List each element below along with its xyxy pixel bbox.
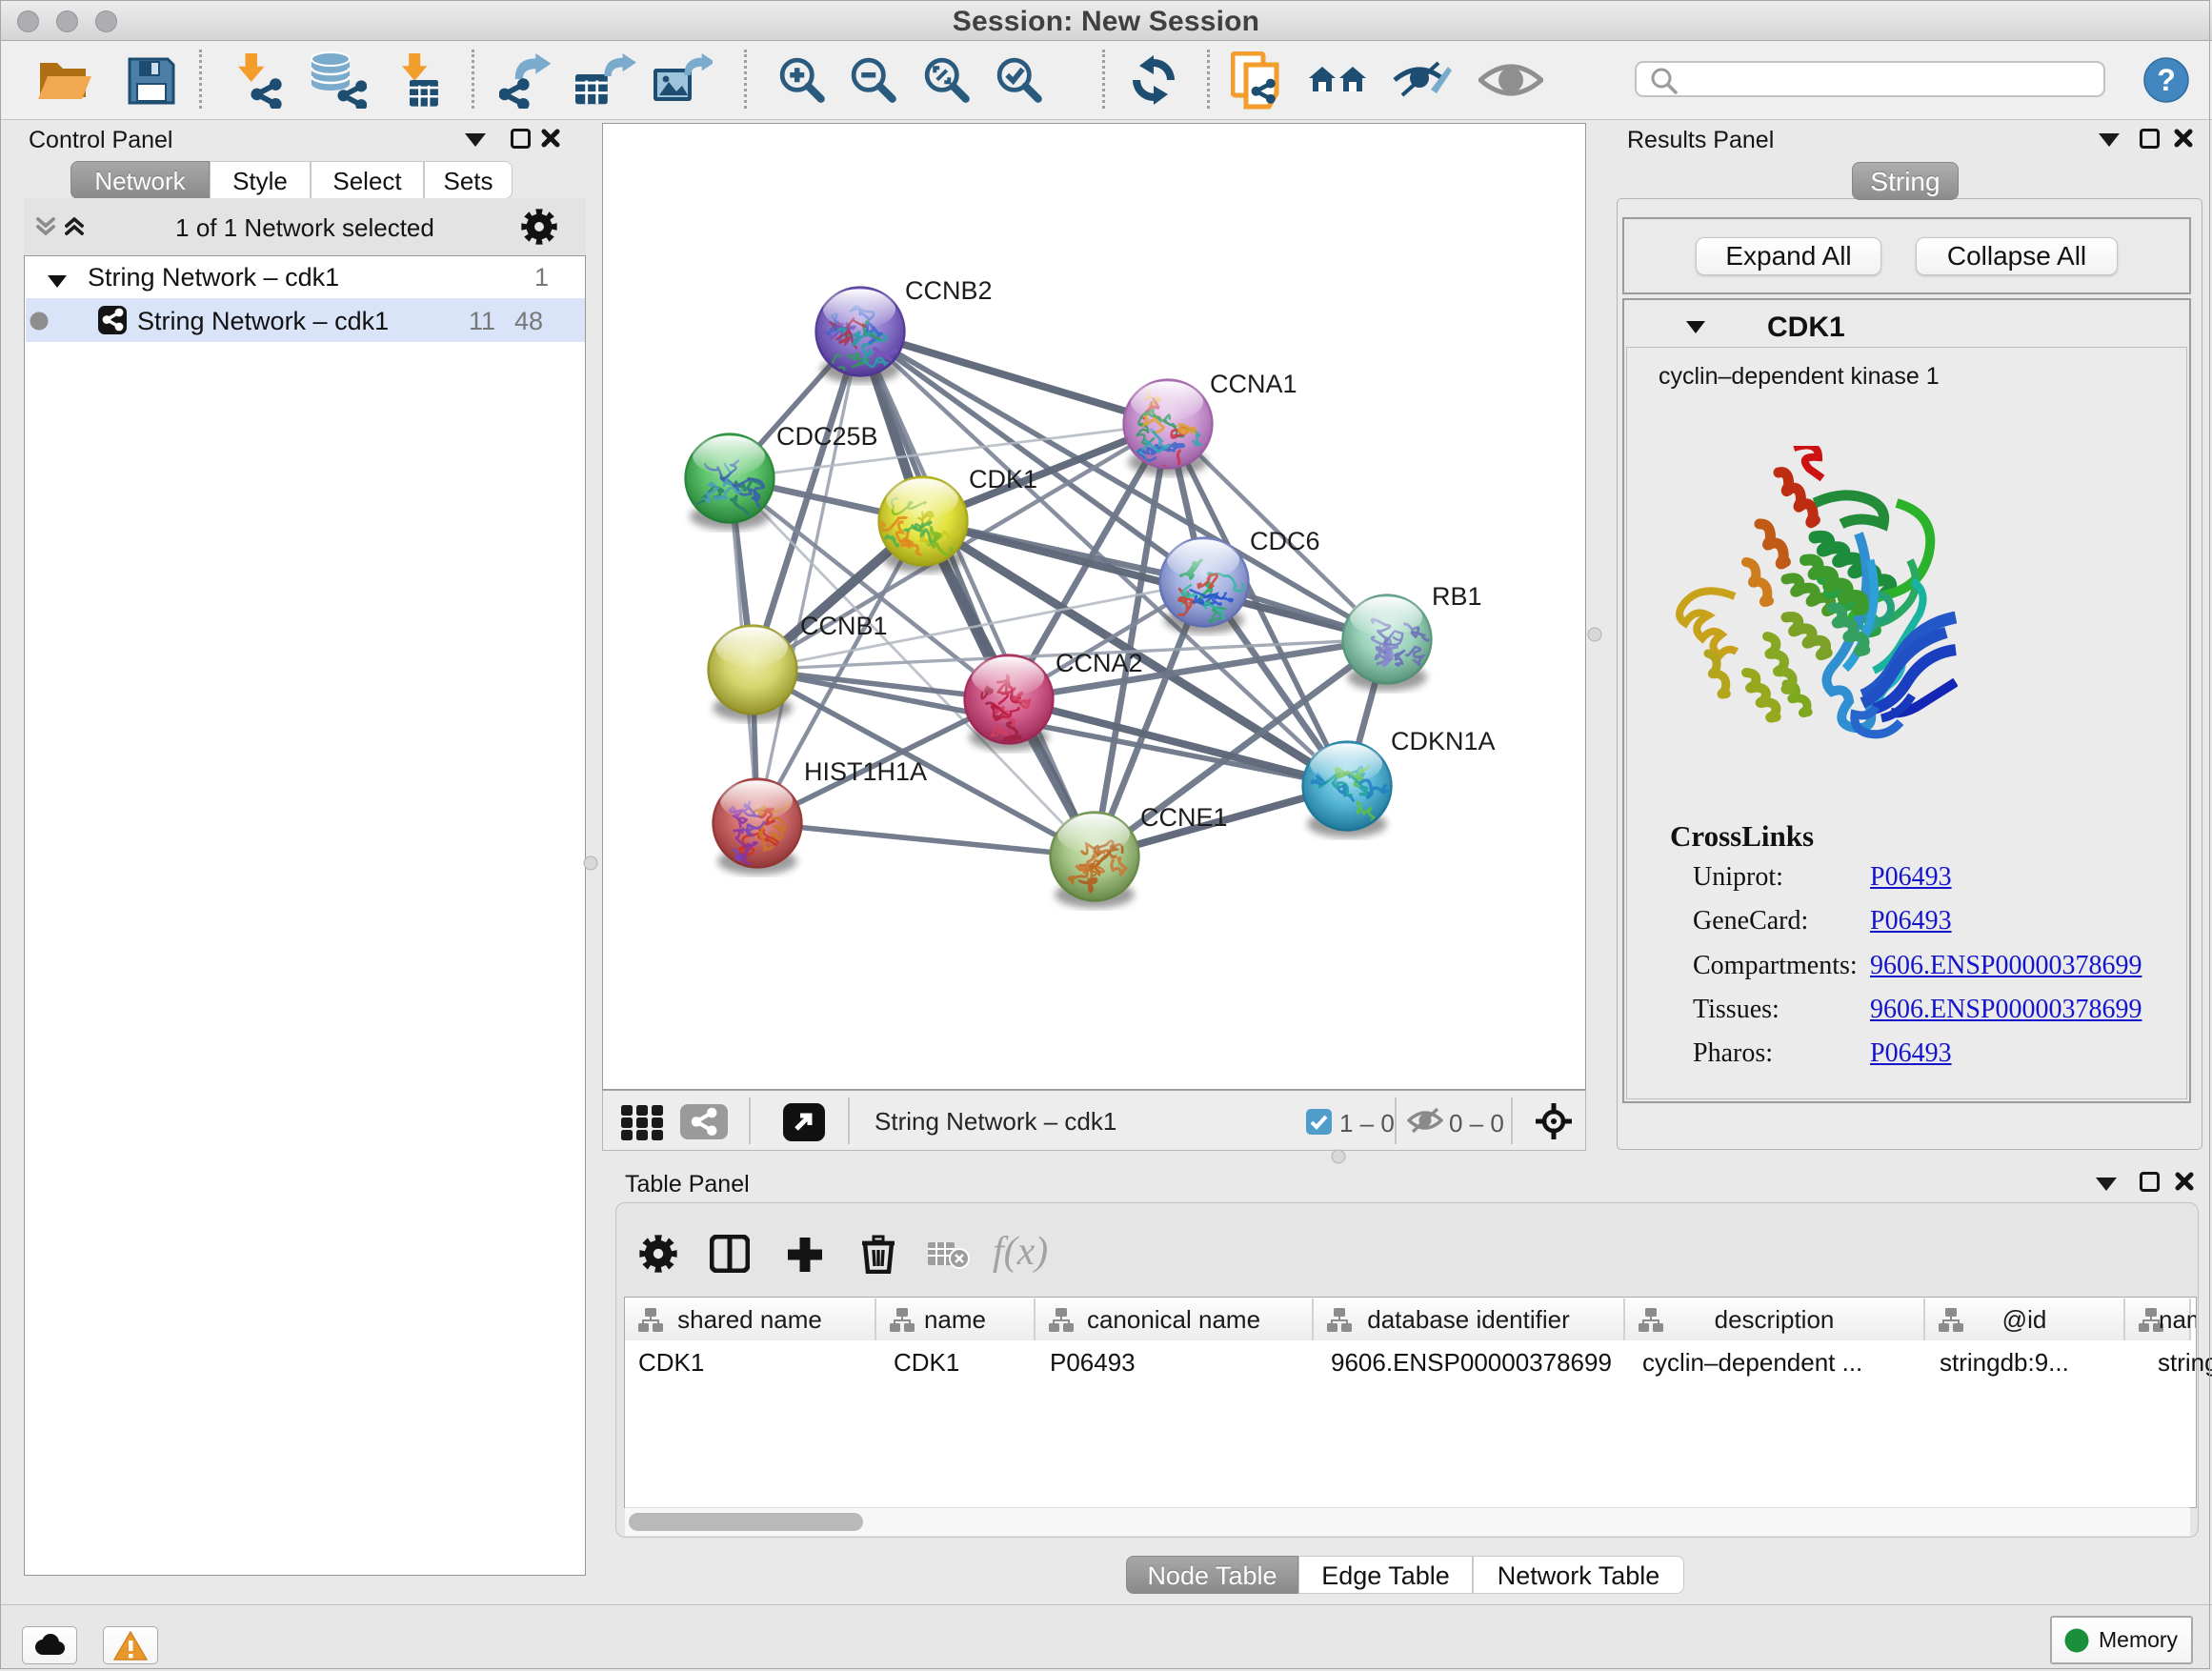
- svg-text:CDC6: CDC6: [1250, 527, 1320, 555]
- svg-text:CDC25B: CDC25B: [776, 422, 878, 451]
- svg-text:CCNE1: CCNE1: [1140, 803, 1228, 832]
- svg-text:CCNB1: CCNB1: [800, 612, 888, 640]
- svg-text:CCNA1: CCNA1: [1210, 370, 1297, 398]
- svg-text:CDK1: CDK1: [969, 465, 1037, 493]
- svg-text:?: ?: [2157, 63, 2176, 97]
- svg-text:HIST1H1A: HIST1H1A: [804, 757, 927, 786]
- svg-text:CCNA2: CCNA2: [1056, 649, 1143, 677]
- svg-text:CCNB2: CCNB2: [905, 276, 993, 305]
- svg-text:CDKN1A: CDKN1A: [1391, 727, 1496, 755]
- svg-text:RB1: RB1: [1432, 582, 1482, 611]
